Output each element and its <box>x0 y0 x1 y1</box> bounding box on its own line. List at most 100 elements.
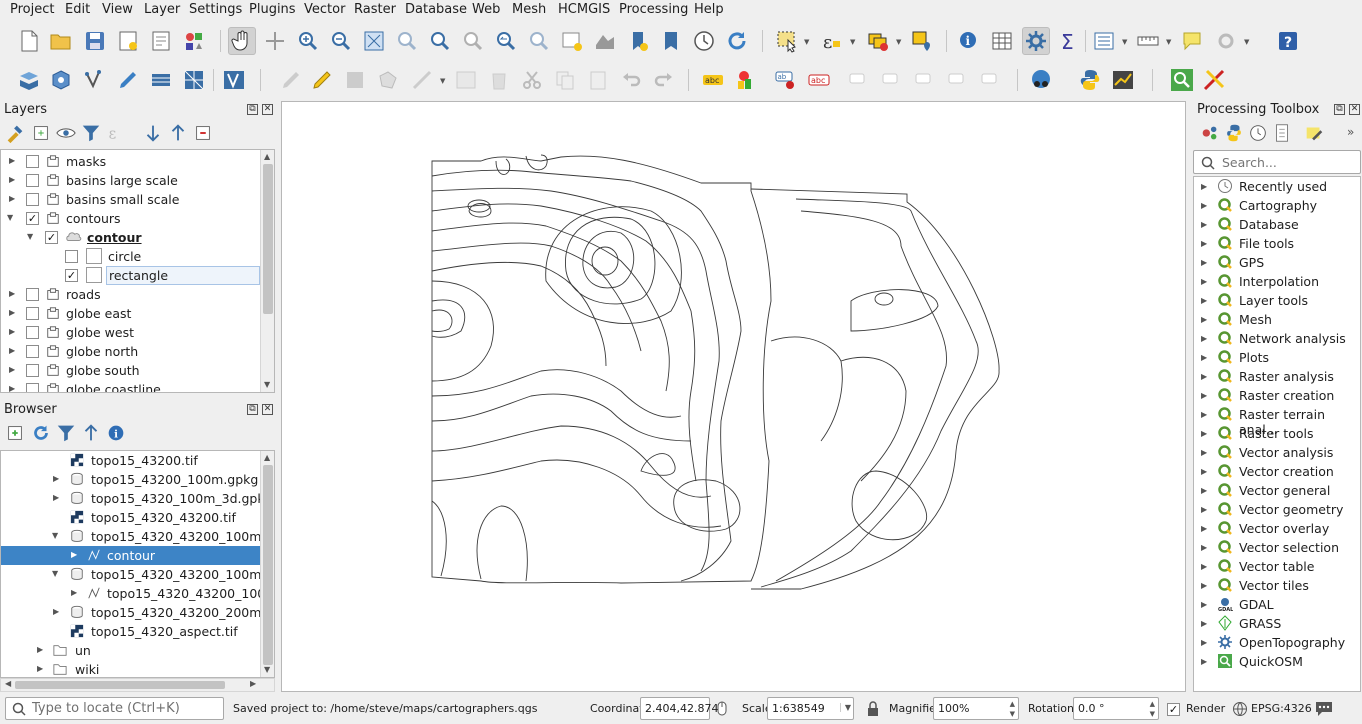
add-geopackage-icon[interactable] <box>47 66 75 94</box>
browser-item[interactable]: topo15_4320_43200.tif <box>1 508 261 527</box>
zoom-to-selection-icon[interactable] <box>393 27 421 55</box>
label-toolbar-icon[interactable]: abc <box>699 66 727 94</box>
new-bookmark-icon[interactable] <box>624 27 652 55</box>
collapse-all-icon[interactable] <box>80 422 102 444</box>
expand-arrow-icon[interactable]: ▶ <box>1201 619 1207 628</box>
toolbox-group[interactable]: ▶ Raster tools <box>1194 424 1360 443</box>
browser-item[interactable]: ▼ topo15_4320_43200_100m_sp <box>1 565 274 584</box>
toolbox-group[interactable]: ▶ Mesh <box>1194 310 1360 329</box>
toolbox-group[interactable]: ▶ Plots <box>1194 348 1360 367</box>
expand-arrow-icon[interactable]: ▶ <box>9 365 15 374</box>
close-icon[interactable]: ✕ <box>262 104 273 115</box>
map-tips-icon[interactable] <box>1178 27 1206 55</box>
new-mesh-layer-icon[interactable] <box>180 66 208 94</box>
browser-item-selected[interactable]: ▶ contour <box>1 546 260 565</box>
menu-edit[interactable]: Edit <box>65 0 90 21</box>
layer-basins-small[interactable]: ▶ basins small scale <box>1 190 261 209</box>
menu-project[interactable]: Project <box>10 0 54 21</box>
search-locator-icon[interactable] <box>1168 66 1196 94</box>
manage-visibility-icon[interactable] <box>55 122 77 144</box>
current-edits-icon[interactable] <box>277 66 305 94</box>
move-label-icon[interactable] <box>845 66 873 94</box>
copy-features-icon[interactable] <box>551 66 579 94</box>
chevron-down-icon[interactable]: ▼ <box>839 703 851 712</box>
statistical-summary-icon[interactable]: Σ <box>1055 27 1083 55</box>
style-manager-icon[interactable] <box>180 27 208 55</box>
expand-all-icon[interactable] <box>142 122 164 144</box>
expand-arrow-icon[interactable]: ▶ <box>1201 524 1207 533</box>
expand-arrow-icon[interactable]: ▶ <box>1201 581 1207 590</box>
cut-features-icon[interactable] <box>518 66 546 94</box>
show-bookmarks-icon[interactable] <box>657 27 685 55</box>
layer-globe-west[interactable]: ▶ globe west <box>1 323 261 342</box>
new-project-icon[interactable] <box>15 27 43 55</box>
toolbox-group[interactable]: ▶ Vector table <box>1194 557 1360 576</box>
qgis2web-icon[interactable] <box>1109 66 1137 94</box>
expand-arrow-icon[interactable]: ▶ <box>37 645 43 654</box>
refresh-icon[interactable] <box>30 422 52 444</box>
new-shapefile-icon[interactable] <box>220 66 248 94</box>
diagram-options-icon[interactable] <box>732 66 760 94</box>
render-checkbox[interactable]: ✓ <box>1167 703 1180 716</box>
collapse-arrow-icon[interactable]: ▼ <box>7 213 13 222</box>
expand-arrow-icon[interactable]: ▶ <box>9 156 15 165</box>
remove-layer-icon[interactable] <box>192 122 214 144</box>
toolbox-group[interactable]: ▶ Vector overlay <box>1194 519 1360 538</box>
browser-item[interactable]: ▶ wiki <box>1 660 261 677</box>
collapse-arrow-icon[interactable]: ▼ <box>52 531 58 540</box>
expand-arrow-icon[interactable]: ▶ <box>1201 353 1207 362</box>
menu-layer[interactable]: Layer <box>144 0 180 21</box>
help-icon[interactable]: ? <box>1274 27 1302 55</box>
layer-visibility-checkbox[interactable] <box>26 288 39 301</box>
change-label-icon[interactable] <box>977 66 1005 94</box>
zoom-next-icon[interactable] <box>525 27 553 55</box>
browser-item[interactable]: topo15_4320_aspect.tif <box>1 622 261 641</box>
deselect-features-icon[interactable] <box>864 27 892 55</box>
processing-toolbox-icon[interactable] <box>1022 27 1050 55</box>
toolbox-group[interactable]: ▶ Raster terrain anal... <box>1194 405 1360 437</box>
overflow-chevron-icon[interactable]: » <box>1347 125 1354 139</box>
coordinate-field[interactable]: 2.404,42.874 <box>640 697 718 720</box>
toolbox-group[interactable]: ▶ File tools <box>1194 234 1360 253</box>
browser-item[interactable]: ▶ un <box>1 641 261 660</box>
expand-arrow-icon[interactable]: ▶ <box>53 493 59 502</box>
menu-raster[interactable]: Raster <box>354 0 396 21</box>
expand-arrow-icon[interactable]: ▶ <box>1201 220 1207 229</box>
expand-arrow-icon[interactable]: ▶ <box>9 327 15 336</box>
menu-plugins[interactable]: Plugins <box>249 0 296 21</box>
zoom-to-layer-icon[interactable] <box>426 27 454 55</box>
layer-visibility-checkbox[interactable] <box>26 193 39 206</box>
menu-view[interactable]: View <box>102 0 133 21</box>
digitize-icon[interactable] <box>114 66 142 94</box>
close-icon[interactable]: ✕ <box>262 404 273 415</box>
edit-features-in-place-icon[interactable] <box>1303 122 1325 144</box>
toolbox-group[interactable]: ▶ Raster analysis <box>1194 367 1360 386</box>
settings-gear-icon[interactable] <box>1212 27 1240 55</box>
expand-arrow-icon[interactable]: ▶ <box>1201 562 1207 571</box>
plugin-tool-icon[interactable] <box>1200 66 1228 94</box>
toolbox-group[interactable]: ▶ Recently used <box>1194 177 1360 196</box>
expand-arrow-icon[interactable]: ▶ <box>1201 448 1207 457</box>
expand-arrow-icon[interactable]: ▶ <box>1201 505 1207 514</box>
new-map-view-icon[interactable] <box>558 27 586 55</box>
toolbox-group[interactable]: ▶ Vector analysis <box>1194 443 1360 462</box>
messages-icon[interactable] <box>1314 700 1334 718</box>
expand-arrow-icon[interactable]: ▶ <box>1201 277 1207 286</box>
toolbox-group[interactable]: ▶ Cartography <box>1194 196 1360 215</box>
show-hide-labels-icon[interactable] <box>878 66 906 94</box>
expand-arrow-icon[interactable]: ▶ <box>1201 467 1207 476</box>
save-edits-icon[interactable] <box>341 66 369 94</box>
toolbox-group[interactable]: ▶ QuickOSM <box>1194 652 1360 671</box>
expand-arrow-icon[interactable]: ▶ <box>9 384 15 392</box>
add-selected-layers-icon[interactable] <box>4 422 26 444</box>
rule-circle[interactable]: circle <box>1 247 261 266</box>
toolbox-group[interactable]: ▶ Database <box>1194 215 1360 234</box>
layer-globe-south[interactable]: ▶ globe south <box>1 361 261 380</box>
menu-vector[interactable]: Vector <box>304 0 345 21</box>
zoom-native-icon[interactable] <box>459 27 487 55</box>
layer-globe-coastline[interactable]: ▶ globe coastline <box>1 380 261 392</box>
new-vector-layer-icon[interactable] <box>81 66 109 94</box>
layer-basins-large[interactable]: ▶ basins large scale <box>1 171 261 190</box>
python-console-icon[interactable] <box>1076 66 1104 94</box>
layer-globe-east[interactable]: ▶ globe east <box>1 304 261 323</box>
